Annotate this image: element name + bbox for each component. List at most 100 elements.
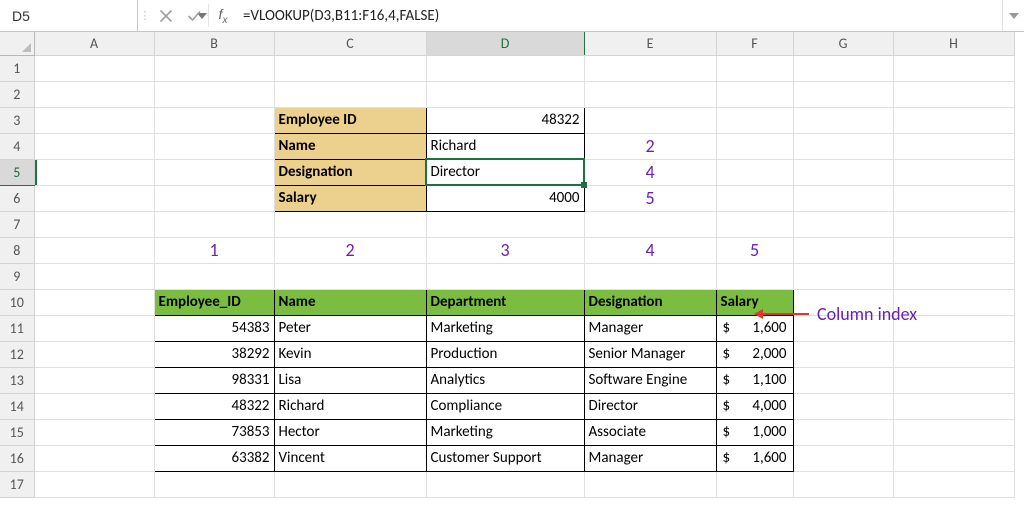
cell-F11[interactable]: $1,600 [716, 315, 793, 341]
cell-A5[interactable] [34, 159, 154, 185]
cell-C2[interactable] [274, 81, 426, 107]
cell-G15[interactable] [793, 419, 893, 445]
cell-B15[interactable]: 73853 [154, 419, 274, 445]
cell-D3[interactable]: 48322 [426, 107, 584, 133]
cell-A10[interactable] [34, 289, 154, 315]
cell-C17[interactable] [274, 471, 426, 497]
row-header-4[interactable]: 4 [0, 133, 34, 159]
row-header-15[interactable]: 15 [0, 419, 34, 445]
cell-C11[interactable]: Peter [274, 315, 426, 341]
row-header-3[interactable]: 3 [0, 107, 34, 133]
cell-G9[interactable] [793, 263, 893, 289]
cell-F9[interactable] [716, 263, 793, 289]
cell-G8[interactable] [793, 237, 893, 263]
col-header-A[interactable]: A [34, 32, 154, 55]
cell-A4[interactable] [34, 133, 154, 159]
cell-C10[interactable]: Name [274, 289, 426, 315]
cell-E9[interactable] [584, 263, 716, 289]
cell-F6[interactable] [716, 185, 793, 211]
cell-A14[interactable] [34, 393, 154, 419]
row-header-6[interactable]: 6 [0, 185, 34, 211]
cell-B4[interactable] [154, 133, 274, 159]
cell-G5[interactable] [793, 159, 893, 185]
expand-formula-bar-button[interactable] [1002, 0, 1024, 31]
cell-B11[interactable]: 54383 [154, 315, 274, 341]
row-header-16[interactable]: 16 [0, 445, 34, 471]
cell-B2[interactable] [154, 81, 274, 107]
cell-G10[interactable] [793, 289, 893, 315]
cell-H6[interactable] [893, 185, 1014, 211]
cell-H2[interactable] [893, 81, 1014, 107]
col-header-E[interactable]: E [584, 32, 716, 55]
row-header-1[interactable]: 1 [0, 55, 34, 81]
cell-E11[interactable]: Manager [584, 315, 716, 341]
cell-D1[interactable] [426, 55, 584, 81]
cell-C13[interactable]: Lisa [274, 367, 426, 393]
cell-B8[interactable]: 1 [154, 237, 274, 263]
cell-E4[interactable]: 2 [584, 133, 716, 159]
cell-B10[interactable]: Employee_ID [154, 289, 274, 315]
cell-F2[interactable] [716, 81, 793, 107]
cell-A3[interactable] [34, 107, 154, 133]
row-header-2[interactable]: 2 [0, 81, 34, 107]
cell-F13[interactable]: $1,100 [716, 367, 793, 393]
cell-A13[interactable] [34, 367, 154, 393]
cell-E7[interactable] [584, 211, 716, 237]
cell-A11[interactable] [34, 315, 154, 341]
cell-H7[interactable] [893, 211, 1014, 237]
cell-D7[interactable] [426, 211, 584, 237]
cell-B1[interactable] [154, 55, 274, 81]
col-header-D[interactable]: D [426, 32, 584, 55]
row-header-13[interactable]: 13 [0, 367, 34, 393]
cell-C8[interactable]: 2 [274, 237, 426, 263]
cell-D17[interactable] [426, 471, 584, 497]
cell-H1[interactable] [893, 55, 1014, 81]
cell-A17[interactable] [34, 471, 154, 497]
cell-H9[interactable] [893, 263, 1014, 289]
cell-E12[interactable]: Senior Manager [584, 341, 716, 367]
cell-G3[interactable] [793, 107, 893, 133]
col-header-G[interactable]: G [793, 32, 893, 55]
cell-B5[interactable] [154, 159, 274, 185]
cell-G16[interactable] [793, 445, 893, 471]
cell-D12[interactable]: Production [426, 341, 584, 367]
cell-G13[interactable] [793, 367, 893, 393]
cell-G12[interactable] [793, 341, 893, 367]
cell-D10[interactable]: Department [426, 289, 584, 315]
cell-A9[interactable] [34, 263, 154, 289]
cell-H14[interactable] [893, 393, 1014, 419]
cell-D15[interactable]: Marketing [426, 419, 584, 445]
row-header-9[interactable]: 9 [0, 263, 34, 289]
cell-B14[interactable]: 48322 [154, 393, 274, 419]
cell-G17[interactable] [793, 471, 893, 497]
row-header-14[interactable]: 14 [0, 393, 34, 419]
cell-H4[interactable] [893, 133, 1014, 159]
cell-H16[interactable] [893, 445, 1014, 471]
cell-A6[interactable] [34, 185, 154, 211]
worksheet-grid[interactable]: A B C D E F G H 1 2 3 Employee ID 48322 … [0, 32, 1024, 518]
cell-C3[interactable]: Employee ID [274, 107, 426, 133]
cell-D4[interactable]: Richard [426, 133, 584, 159]
cell-F4[interactable] [716, 133, 793, 159]
cell-C6[interactable]: Salary [274, 185, 426, 211]
col-header-C[interactable]: C [274, 32, 426, 55]
cell-B9[interactable] [154, 263, 274, 289]
cell-H5[interactable] [893, 159, 1014, 185]
cell-A16[interactable] [34, 445, 154, 471]
cell-D13[interactable]: Analytics [426, 367, 584, 393]
cell-C4[interactable]: Name [274, 133, 426, 159]
formula-input[interactable] [237, 0, 1002, 31]
col-header-F[interactable]: F [716, 32, 793, 55]
cell-A8[interactable] [34, 237, 154, 263]
cell-D8[interactable]: 3 [426, 237, 584, 263]
cancel-formula-button[interactable] [152, 0, 180, 31]
cell-E15[interactable]: Associate [584, 419, 716, 445]
cell-E10[interactable]: Designation [584, 289, 716, 315]
cell-H3[interactable] [893, 107, 1014, 133]
cell-F14[interactable]: $4,000 [716, 393, 793, 419]
cell-G2[interactable] [793, 81, 893, 107]
cell-E1[interactable] [584, 55, 716, 81]
cell-H10[interactable] [893, 289, 1014, 315]
cell-D6[interactable]: 4000 [426, 185, 584, 211]
cell-B16[interactable]: 63382 [154, 445, 274, 471]
